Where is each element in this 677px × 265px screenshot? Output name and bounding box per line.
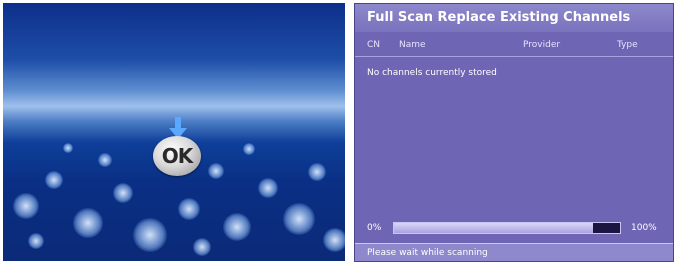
- bokeh-light: [13, 193, 39, 219]
- status-message: Please wait while scanning: [355, 243, 673, 261]
- channel-scan-panel: Full Scan Replace Existing Channels CN N…: [354, 3, 674, 262]
- bokeh-light: [45, 171, 63, 189]
- bokeh-light: [98, 153, 112, 167]
- progress-max-label: 100%: [631, 223, 657, 233]
- progress-fill: [394, 223, 593, 233]
- bokeh-light: [308, 163, 326, 181]
- bokeh-light: [243, 143, 255, 155]
- bokeh-light: [63, 143, 73, 153]
- panel-title: Full Scan Replace Existing Channels: [355, 4, 673, 32]
- bokeh-light: [208, 163, 224, 179]
- progress-bar: [393, 222, 621, 234]
- ok-button-label: OK: [161, 144, 193, 168]
- bokeh-light: [193, 238, 211, 256]
- channel-table-header: CN Name Provider Type: [355, 34, 673, 57]
- column-header-name: Name: [399, 40, 426, 50]
- bokeh-light: [323, 228, 345, 252]
- progress-min-label: 0%: [367, 223, 382, 233]
- column-header-type: Type: [617, 40, 638, 50]
- column-header-provider: Provider: [523, 40, 561, 50]
- scan-progress: 0% 100%: [355, 220, 673, 236]
- bokeh-light: [133, 218, 167, 252]
- bokeh-light: [73, 208, 103, 238]
- bokeh-light: [258, 178, 278, 198]
- bokeh-light: [28, 233, 44, 249]
- column-header-cn: CN: [367, 40, 381, 50]
- bokeh-light: [113, 183, 133, 203]
- tv-screen-illustration: OK: [3, 3, 345, 261]
- ok-button[interactable]: OK: [153, 136, 201, 176]
- bokeh-light: [223, 213, 251, 241]
- empty-channel-message: No channels currently stored: [367, 68, 497, 78]
- bokeh-light: [283, 203, 315, 235]
- bokeh-light: [178, 198, 200, 220]
